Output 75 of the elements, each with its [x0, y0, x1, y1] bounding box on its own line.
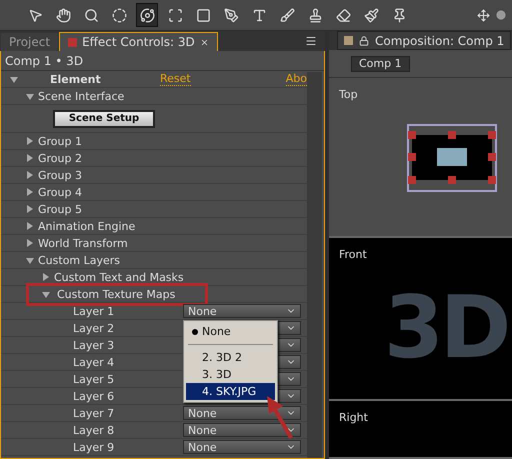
rendered-text: 3D — [384, 278, 508, 378]
tree-item: Group 1 — [38, 134, 82, 148]
breadcrumb: Comp 1 • 3D — [1, 51, 324, 71]
view-label: Top — [339, 88, 358, 102]
panel-menu-icon[interactable] — [305, 35, 317, 47]
view-label: Front — [339, 248, 367, 261]
panel-tab[interactable]: Composition: Comp 1 — [337, 31, 512, 50]
label-color-chip — [68, 38, 78, 46]
search-icon — [84, 8, 98, 22]
menu-item[interactable]: 3. 3D — [186, 366, 275, 383]
disclosure-triangle-icon[interactable] — [25, 187, 35, 197]
effect-name: Element — [49, 72, 102, 86]
tree-item: Group 3 — [38, 168, 82, 182]
scene-setup-button[interactable]: Scene Setup — [53, 110, 155, 128]
scan-icon — [168, 8, 182, 22]
disclosure-triangle-icon[interactable] — [41, 272, 51, 282]
tree-item: Scene Interface — [38, 90, 124, 102]
stamp-icon — [308, 8, 322, 22]
hand-icon — [56, 8, 70, 22]
layer-dropdown[interactable]: None — [183, 423, 301, 437]
sphere-icon[interactable] — [496, 10, 506, 20]
square-icon — [196, 8, 210, 22]
layer-label: Layer 3 — [73, 338, 116, 352]
pin-icon — [392, 8, 406, 22]
tree-item: Group 5 — [38, 202, 82, 216]
pointer-icon — [28, 8, 42, 22]
tree-item: Animation Engine — [38, 220, 136, 232]
toolbar-tool[interactable] — [136, 3, 158, 27]
pen-icon — [224, 8, 238, 22]
comp-button[interactable]: Comp 1 — [351, 56, 410, 72]
tree-item: World Transform — [38, 236, 128, 250]
layer-label: Layer 4 — [73, 356, 116, 368]
tree-item: Group 4 — [38, 186, 82, 198]
tree-item: Custom Text and Masks — [54, 270, 184, 284]
disclosure-triangle-icon[interactable] — [25, 153, 35, 163]
menu-item[interactable]: None — [186, 323, 275, 340]
panel-tab[interactable]: Effect Controls: 3D — [59, 32, 218, 51]
layer-label: Layer 7 — [73, 406, 116, 420]
disclosure-triangle-icon[interactable] — [25, 238, 35, 248]
layer-dropdown[interactable]: None — [183, 406, 301, 420]
disclosure-triangle-icon[interactable] — [25, 255, 35, 265]
lock-icon — [359, 36, 369, 46]
dashed-circle-icon — [112, 8, 126, 22]
label-color-chip — [344, 36, 353, 46]
layer-label: Layer 5 — [73, 372, 116, 386]
eraser-icon — [336, 8, 350, 22]
brush-icon — [280, 8, 294, 22]
disclosure-triangle-icon[interactable] — [41, 289, 51, 299]
move-icon[interactable] — [477, 8, 490, 22]
tree-item: Custom Texture Maps — [26, 282, 208, 306]
layer-dropdown[interactable]: None — [183, 440, 301, 454]
type-icon — [252, 8, 266, 22]
disclosure-triangle-icon[interactable] — [25, 136, 35, 146]
layer-label: Layer 6 — [73, 390, 116, 402]
layer-label: Layer 1 — [73, 304, 116, 318]
menu-item[interactable]: 4. SKY.JPG — [186, 383, 275, 400]
disclosure-triangle-icon[interactable] — [25, 170, 35, 180]
menu-item[interactable]: 2. 3D 2 — [186, 349, 275, 366]
reset-link[interactable]: Reset — [160, 72, 191, 86]
disclosure-triangle-icon[interactable] — [25, 221, 35, 231]
scrollbar[interactable] — [307, 72, 322, 458]
paintbrush-icon — [364, 8, 378, 22]
close-icon[interactable] — [200, 38, 209, 46]
layer-label: Layer 9 — [73, 440, 116, 454]
disclosure-triangle-icon[interactable] — [25, 204, 35, 214]
layer-dropdown[interactable]: None — [183, 304, 301, 318]
view-label: Right — [339, 410, 368, 424]
tree-item: Group 2 — [38, 152, 82, 164]
disclosure-triangle-icon[interactable] — [9, 74, 19, 84]
tree-item: Custom Layers — [38, 254, 120, 266]
orbit-icon — [140, 8, 154, 22]
disclosure-triangle-icon[interactable] — [25, 91, 35, 101]
panel-tab[interactable]: Project — [0, 32, 60, 51]
layer-label: Layer 2 — [73, 322, 116, 334]
layer-label: Layer 8 — [73, 424, 116, 436]
